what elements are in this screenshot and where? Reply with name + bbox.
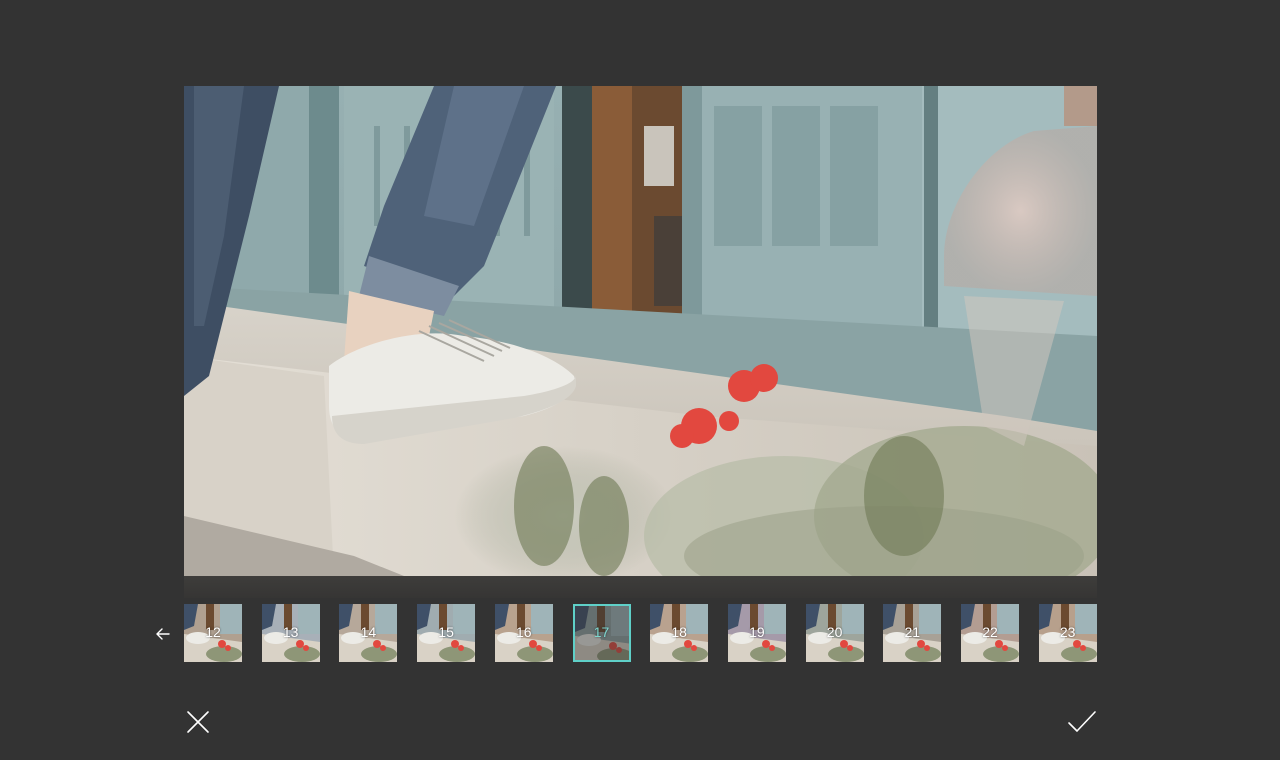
filter-preview-image — [883, 604, 942, 662]
preview-bottom-strip — [184, 576, 1097, 598]
filter-thumbnail[interactable]: 12 — [184, 604, 242, 662]
photo-preview — [184, 86, 1097, 576]
filter-preview-image — [1038, 604, 1097, 662]
filter-thumbnail[interactable]: 23 — [1038, 604, 1097, 662]
filter-strip: 12 13 14 15 16 17 18 19 20 21 22 23 — [150, 604, 1110, 664]
filter-preview-image — [805, 604, 864, 662]
filter-thumbnail[interactable]: 21 — [883, 604, 942, 662]
filter-thumbnail[interactable]: 17 — [572, 604, 631, 662]
photo-filter-editor: 12 13 14 15 16 17 18 19 20 21 22 23 — [0, 0, 1280, 760]
filter-preview-image — [184, 604, 242, 662]
filter-thumbnail[interactable]: 20 — [805, 604, 864, 662]
checkmark-icon[interactable] — [1066, 708, 1098, 736]
filter-preview-image — [727, 604, 786, 662]
preview-photo — [184, 86, 1097, 576]
filter-preview-image — [339, 604, 398, 662]
filter-thumbnail[interactable]: 13 — [261, 604, 320, 662]
filter-thumbnail[interactable]: 18 — [650, 604, 709, 662]
filter-preview-image — [650, 604, 709, 662]
arrow-left-icon[interactable] — [150, 622, 176, 646]
close-icon[interactable] — [184, 708, 212, 736]
filter-thumbnail[interactable]: 14 — [339, 604, 398, 662]
filter-preview-image — [574, 606, 629, 660]
filter-thumbnail[interactable]: 16 — [494, 604, 553, 662]
filter-preview-image — [494, 604, 553, 662]
filter-preview-image — [417, 604, 476, 662]
filter-thumbnail[interactable]: 22 — [961, 604, 1019, 662]
filter-thumbnail[interactable]: 19 — [727, 604, 786, 662]
filter-thumbnail[interactable]: 15 — [417, 604, 476, 662]
filter-preview-image — [261, 604, 320, 662]
filter-preview-image — [961, 604, 1019, 662]
